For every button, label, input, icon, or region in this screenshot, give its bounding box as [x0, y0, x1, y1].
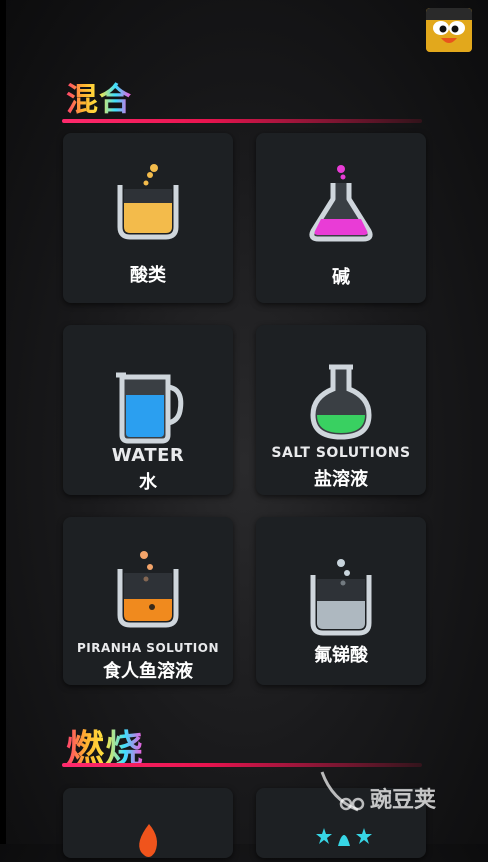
tile-bases[interactable]: 碱	[256, 133, 426, 303]
beaker-clear-icon	[310, 559, 372, 636]
tile-label-cn: 水	[139, 472, 157, 493]
flame-icon	[139, 824, 157, 857]
watermark: 豌豆荚	[318, 770, 468, 816]
profile-avatar[interactable]	[426, 8, 472, 52]
tile-water[interactable]: WATER 水	[63, 325, 233, 495]
round-flask-green-icon	[310, 364, 372, 440]
tile-fluoroantimonic-acid[interactable]: 氟锑酸	[256, 517, 426, 685]
tile-burn-1[interactable]	[63, 788, 233, 858]
tile-label-cn: 酸类	[130, 265, 166, 286]
tile-label-en: WATER	[111, 445, 185, 466]
section-divider	[62, 763, 422, 767]
pitcher-blue-icon	[116, 372, 184, 444]
beaker-yellow-icon	[117, 164, 179, 240]
bird-face-icon	[426, 8, 472, 52]
section-title-mix: 混合	[66, 74, 132, 120]
flask-pink-icon	[309, 165, 373, 242]
tile-label-cn: 盐溶液	[314, 469, 368, 490]
tile-label-cn: 氟锑酸	[314, 645, 368, 666]
beaker-orange-icon	[117, 551, 179, 628]
tile-label-cn: 碱	[332, 267, 350, 288]
tile-piranha-solution[interactable]: PIRANHA SOLUTION 食人鱼溶液	[63, 517, 233, 685]
sparkle-icon	[316, 828, 372, 846]
left-edge	[0, 0, 6, 844]
tile-label-cn: 食人鱼溶液	[103, 661, 193, 682]
bird-logo-icon	[320, 771, 365, 812]
tile-acids[interactable]: 酸类	[63, 133, 233, 303]
watermark-text: 豌豆荚	[370, 788, 437, 813]
section-divider	[62, 119, 422, 123]
tile-label-en: SALT SOLUTIONS	[271, 445, 411, 461]
tile-label-en: PIRANHA SOLUTION	[76, 641, 220, 655]
tile-salt-solutions[interactable]: SALT SOLUTIONS 盐溶液	[256, 325, 426, 495]
